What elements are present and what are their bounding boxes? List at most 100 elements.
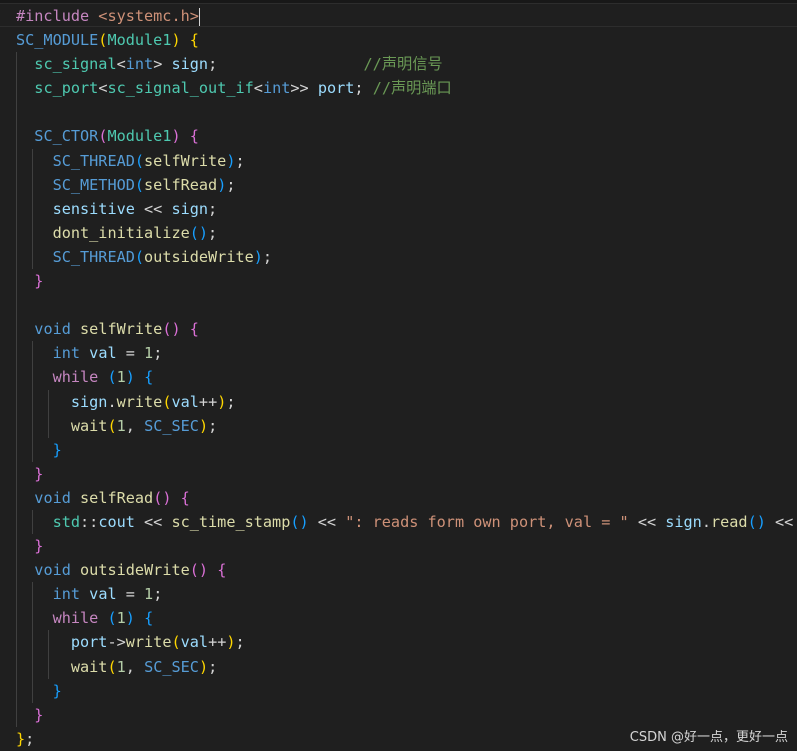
- code-line[interactable]: }: [16, 437, 797, 462]
- indent-guide: [16, 365, 17, 390]
- code-token: outsideWrite: [80, 561, 190, 580]
- indent-guide: [31, 654, 33, 679]
- code-token: sign: [70, 392, 108, 411]
- code-line[interactable]: sensitive << sign;: [16, 196, 797, 221]
- indent-guide: [31, 630, 33, 655]
- code-token: sensitive: [52, 199, 135, 218]
- code-token: ;: [208, 657, 218, 676]
- indent-guide: [47, 389, 49, 414]
- code-line[interactable]: SC_THREAD(selfWrite);: [16, 148, 797, 173]
- indent-guide: [47, 413, 49, 438]
- indent-guide: [16, 485, 17, 510]
- code-line[interactable]: sc_port<sc_signal_out_if<int>> port; //声…: [16, 76, 797, 101]
- code-token: ;: [25, 729, 35, 748]
- code-token: selfWrite: [80, 320, 163, 339]
- code-line[interactable]: int val = 1;: [16, 341, 797, 366]
- code-line[interactable]: void selfRead() {: [16, 485, 797, 510]
- code-token: 1: [116, 609, 126, 628]
- indent-guide: [16, 172, 17, 197]
- code-line[interactable]: dont_initialize();: [16, 220, 797, 245]
- code-line[interactable]: }: [16, 534, 797, 559]
- code-token: ;: [208, 55, 218, 74]
- code-line[interactable]: SC_METHOD(selfRead);: [16, 172, 797, 197]
- indent-guide: [16, 630, 17, 655]
- code-line[interactable]: port->write(val++);: [16, 630, 797, 655]
- indent-guide: [16, 124, 17, 149]
- code-token: {: [217, 561, 227, 580]
- code-line[interactable]: }: [16, 461, 797, 486]
- code-token: void: [34, 561, 71, 580]
- code-line[interactable]: std::cout << sc_time_stamp() << ": reads…: [16, 509, 797, 535]
- code-token: ->: [107, 633, 126, 652]
- indent-guide: [16, 52, 17, 77]
- code-token: }: [34, 537, 44, 556]
- code-token: ;: [208, 199, 218, 218]
- code-token: (: [107, 609, 117, 628]
- indent-guide: [16, 654, 17, 679]
- code-line[interactable]: wait(1, SC_SEC);: [16, 413, 797, 438]
- code-token: ): [226, 633, 236, 652]
- code-line[interactable]: }: [16, 702, 797, 727]
- code-token: (): [189, 561, 209, 580]
- code-line[interactable]: void outsideWrite() {: [16, 558, 797, 583]
- code-token: (: [107, 368, 117, 387]
- code-line[interactable]: sign.write(val++);: [16, 389, 797, 414]
- code-token: SC_MODULE: [16, 31, 99, 50]
- indent-guide: [16, 220, 17, 245]
- code-token: ): [217, 175, 227, 194]
- code-line[interactable]: sc_signal<int> sign; //声明信号: [16, 52, 797, 77]
- code-line[interactable]: while (1) {: [16, 606, 797, 631]
- indent-guide: [31, 509, 33, 535]
- code-token: val: [180, 633, 209, 652]
- code-token: ): [125, 609, 135, 628]
- indent-guide: [31, 413, 33, 438]
- code-line[interactable]: }: [16, 678, 797, 703]
- code-line[interactable]: while (1) {: [16, 365, 797, 390]
- code-editor[interactable]: #include <systemc.h> SC_MODULE(Module1) {…: [0, 0, 797, 751]
- code-token: ;: [262, 247, 273, 266]
- code-token: ;: [354, 79, 373, 98]
- code-line[interactable]: [16, 100, 797, 125]
- code-line[interactable]: #include <systemc.h>: [16, 4, 797, 28]
- code-token: ++: [208, 633, 227, 652]
- code-token: int: [52, 585, 81, 604]
- code-token: wait: [70, 657, 108, 676]
- code-token: int: [125, 55, 154, 74]
- code-token: ): [171, 127, 181, 146]
- code-line[interactable]: SC_MODULE(Module1) {: [16, 28, 797, 52]
- indent-guide: [16, 534, 17, 559]
- code-token: SC_METHOD: [52, 175, 135, 194]
- code-line[interactable]: wait(1, SC_SEC);: [16, 654, 797, 679]
- code-token: (): [162, 320, 181, 339]
- code-line[interactable]: void selfWrite() {: [16, 317, 797, 342]
- code-token: (: [134, 151, 145, 170]
- code-token: cout: [98, 512, 135, 531]
- code-token: 1: [144, 344, 154, 363]
- indent-guide: [16, 317, 17, 342]
- code-line[interactable]: SC_CTOR(Module1) {: [16, 124, 797, 149]
- code-area[interactable]: #include <systemc.h> SC_MODULE(Module1) {…: [16, 4, 797, 751]
- code-token: sc_time_stamp: [171, 512, 291, 531]
- code-line[interactable]: int val = 1;: [16, 582, 797, 607]
- code-token: ;: [226, 392, 236, 411]
- code-line[interactable]: [16, 293, 797, 318]
- code-token: SC_SEC: [144, 416, 199, 435]
- code-token: ): [125, 368, 135, 387]
- code-line[interactable]: }: [16, 269, 797, 294]
- code-line[interactable]: SC_THREAD(outsideWrite);: [16, 244, 797, 270]
